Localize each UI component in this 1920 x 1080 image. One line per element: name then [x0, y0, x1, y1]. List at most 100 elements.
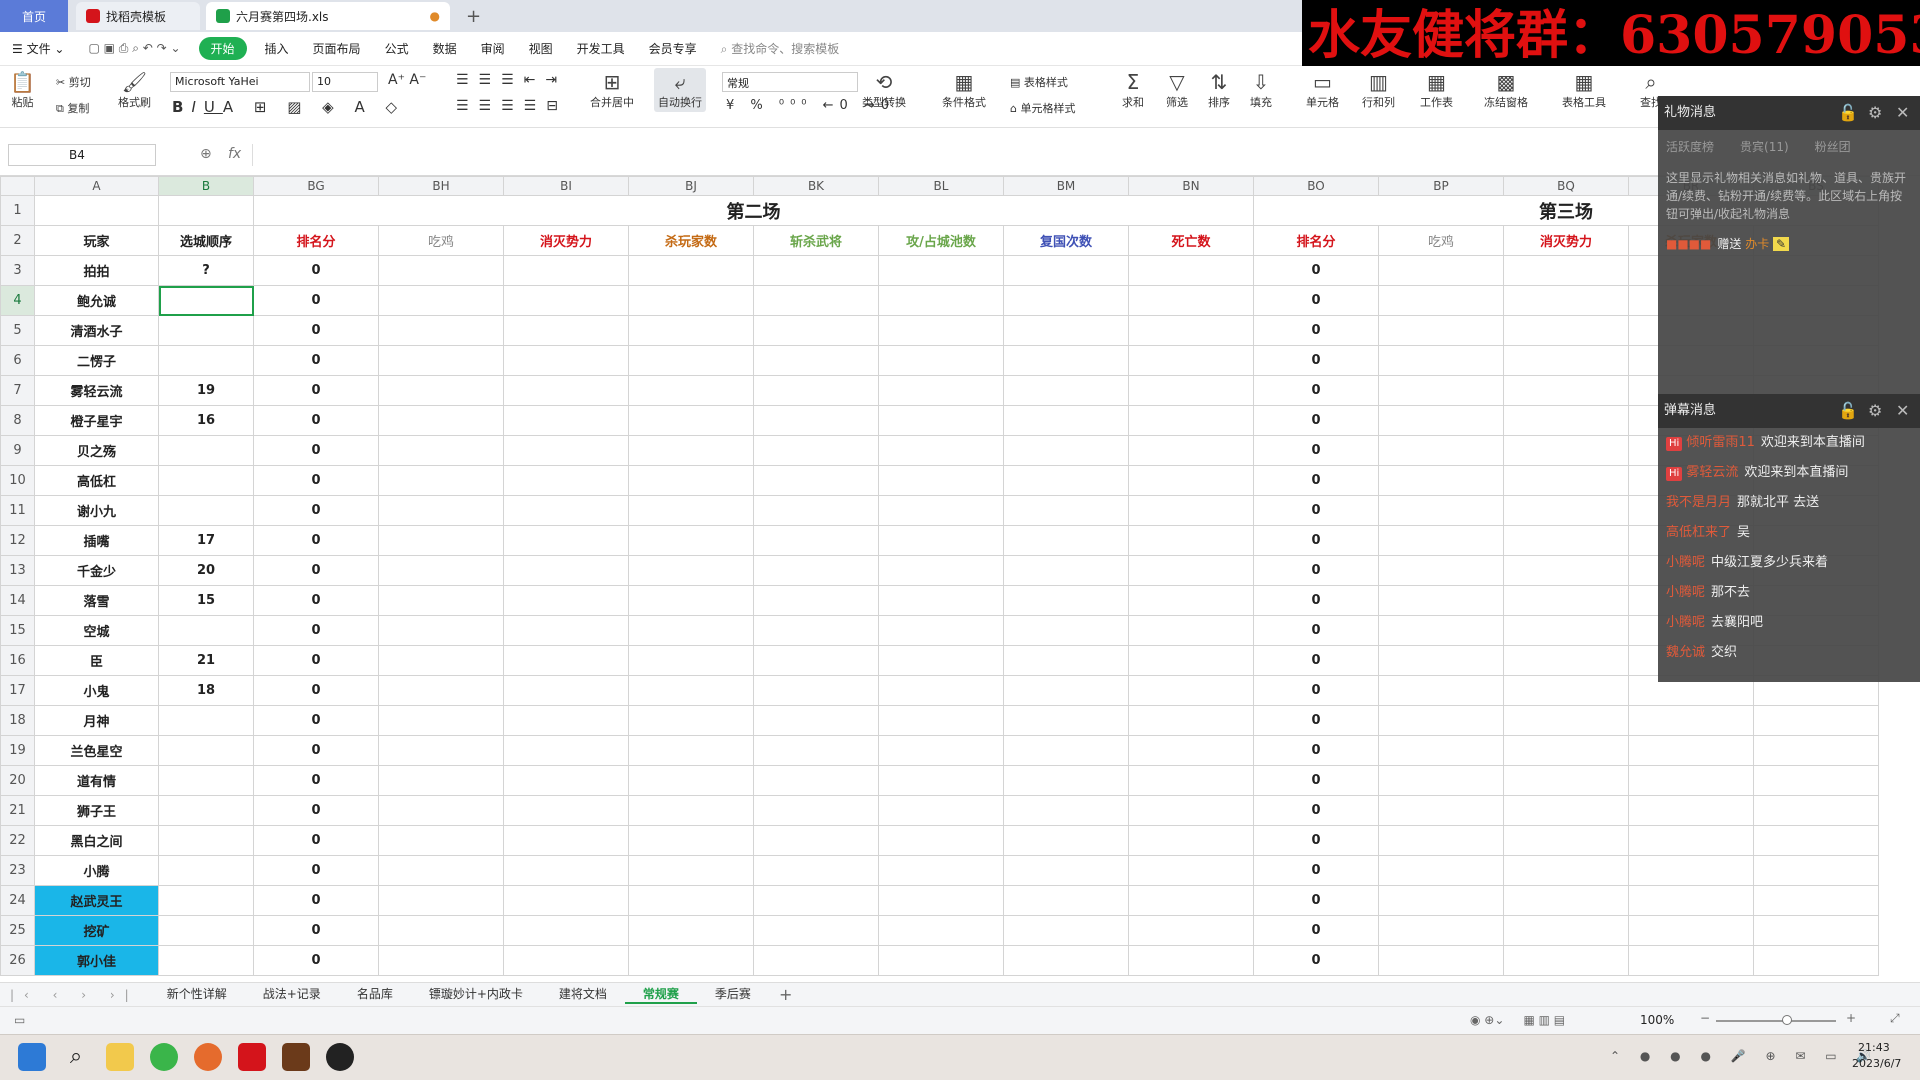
cell[interactable] — [378, 585, 504, 616]
tab-activity[interactable]: 活跃度榜 — [1666, 138, 1714, 155]
rank-score-cell[interactable]: 0 — [253, 255, 379, 286]
rank-score-2-cell[interactable]: 0 — [1253, 825, 1379, 856]
rank-score-2-cell[interactable]: 0 — [1253, 675, 1379, 706]
city-order-cell[interactable]: 16 — [158, 405, 254, 436]
row-header[interactable]: 12 — [0, 525, 35, 556]
cell[interactable] — [1378, 435, 1504, 466]
cell[interactable] — [753, 945, 879, 976]
cell[interactable] — [753, 885, 879, 916]
header-eliminate-2[interactable]: 消灭势力 — [1503, 225, 1629, 256]
cell[interactable] — [378, 885, 504, 916]
sheet-tab[interactable]: 战法+记录 — [245, 985, 339, 1004]
cell[interactable] — [378, 615, 504, 646]
rank-score-cell[interactable]: 0 — [253, 375, 379, 406]
font-size-select[interactable]: 10 — [312, 72, 378, 92]
sort-button[interactable]: ⇅ 排序 — [1208, 70, 1230, 110]
cell[interactable] — [878, 855, 1004, 886]
cell[interactable] — [1628, 735, 1754, 766]
header-chicken[interactable]: 吃鸡 — [378, 225, 504, 256]
city-order-cell[interactable]: 15 — [158, 585, 254, 616]
row-header[interactable]: 7 — [0, 375, 35, 406]
rank-score-cell[interactable]: 0 — [253, 945, 379, 976]
col-header-bj[interactable]: BJ — [628, 176, 754, 196]
row-header[interactable]: 8 — [0, 405, 35, 436]
cell[interactable] — [878, 765, 1004, 796]
tab-page-layout[interactable]: 页面布局 — [301, 40, 373, 57]
row-header[interactable]: 17 — [0, 675, 35, 706]
conditional-format-button[interactable]: ▦ 条件格式 — [942, 70, 986, 110]
close-icon[interactable]: ✕ — [1896, 394, 1909, 428]
rank-score-cell[interactable]: 0 — [253, 585, 379, 616]
cell[interactable] — [753, 525, 879, 556]
cell[interactable] — [1003, 285, 1129, 316]
rank-score-2-cell[interactable]: 0 — [1253, 735, 1379, 766]
name-box[interactable]: B4 — [8, 144, 156, 166]
city-order-cell[interactable] — [158, 615, 254, 646]
tab-member[interactable]: 会员专享 — [637, 40, 709, 57]
cell[interactable] — [1378, 675, 1504, 706]
rank-score-2-cell[interactable]: 0 — [1253, 555, 1379, 586]
cell[interactable] — [753, 645, 879, 676]
cell[interactable] — [1378, 945, 1504, 976]
city-order-cell[interactable]: 19 — [158, 375, 254, 406]
player-name-cell[interactable]: 高低杠 — [34, 465, 159, 496]
col-header-bq[interactable]: BQ — [1503, 176, 1629, 196]
tab-insert[interactable]: 插入 — [253, 40, 301, 57]
cell[interactable] — [878, 615, 1004, 646]
cell[interactable] — [1503, 435, 1629, 466]
row-header[interactable]: 19 — [0, 735, 35, 766]
cell[interactable] — [1378, 645, 1504, 676]
rank-score-cell[interactable]: 0 — [253, 765, 379, 796]
cell[interactable] — [878, 555, 1004, 586]
cell[interactable] — [1128, 345, 1254, 376]
cell[interactable] — [1503, 885, 1629, 916]
rank-score-cell[interactable]: 0 — [253, 315, 379, 346]
tab-template[interactable]: 找稻壳模板 — [76, 2, 200, 30]
cell[interactable] — [503, 795, 629, 826]
settings-icon[interactable]: ⚙ — [1868, 96, 1882, 130]
rank-score-cell[interactable]: 0 — [253, 795, 379, 826]
col-header-bo[interactable]: BO — [1253, 176, 1379, 196]
col-header-bm[interactable]: BM — [1003, 176, 1129, 196]
city-order-cell[interactable] — [158, 435, 254, 466]
cell[interactable] — [1128, 645, 1254, 676]
city-order-cell[interactable]: 17 — [158, 525, 254, 556]
cell[interactable] — [1003, 465, 1129, 496]
rank-score-cell[interactable]: 0 — [253, 465, 379, 496]
sheet-tab[interactable]: 常规赛 — [624, 985, 697, 1004]
rank-score-cell[interactable]: 0 — [253, 555, 379, 586]
cell[interactable] — [1503, 645, 1629, 676]
cell[interactable] — [1503, 855, 1629, 886]
cell[interactable] — [878, 285, 1004, 316]
rank-score-2-cell[interactable]: 0 — [1253, 255, 1379, 286]
header-player[interactable]: 玩家 — [34, 225, 159, 256]
city-order-cell[interactable]: 18 — [158, 675, 254, 706]
cell[interactable] — [628, 585, 754, 616]
corner-cell[interactable] — [0, 176, 35, 196]
city-order-cell[interactable] — [158, 495, 254, 526]
copy-button[interactable]: ⧉ 复制 — [56, 100, 89, 116]
cell[interactable] — [1128, 495, 1254, 526]
cell[interactable] — [1128, 465, 1254, 496]
cell[interactable] — [1128, 615, 1254, 646]
cell[interactable] — [878, 255, 1004, 286]
player-name-cell[interactable]: 橙子星宇 — [34, 405, 159, 436]
cell[interactable] — [753, 285, 879, 316]
cell[interactable] — [1003, 945, 1129, 976]
cell[interactable] — [378, 285, 504, 316]
cell[interactable] — [1003, 825, 1129, 856]
cell[interactable] — [1003, 525, 1129, 556]
cell[interactable] — [1503, 555, 1629, 586]
cell[interactable] — [1003, 915, 1129, 946]
cell[interactable] — [378, 555, 504, 586]
cell[interactable] — [1503, 945, 1629, 976]
player-name-cell[interactable]: 挖矿 — [34, 915, 159, 946]
row-header[interactable]: 3 — [0, 255, 35, 286]
cell[interactable] — [1378, 495, 1504, 526]
row-header[interactable]: 1 — [0, 195, 35, 226]
rank-score-cell[interactable]: 0 — [253, 915, 379, 946]
cell[interactable] — [378, 495, 504, 526]
file-menu[interactable]: ☰ 文件 ⌄ — [0, 40, 76, 57]
cell[interactable] — [378, 705, 504, 736]
cell[interactable] — [378, 915, 504, 946]
